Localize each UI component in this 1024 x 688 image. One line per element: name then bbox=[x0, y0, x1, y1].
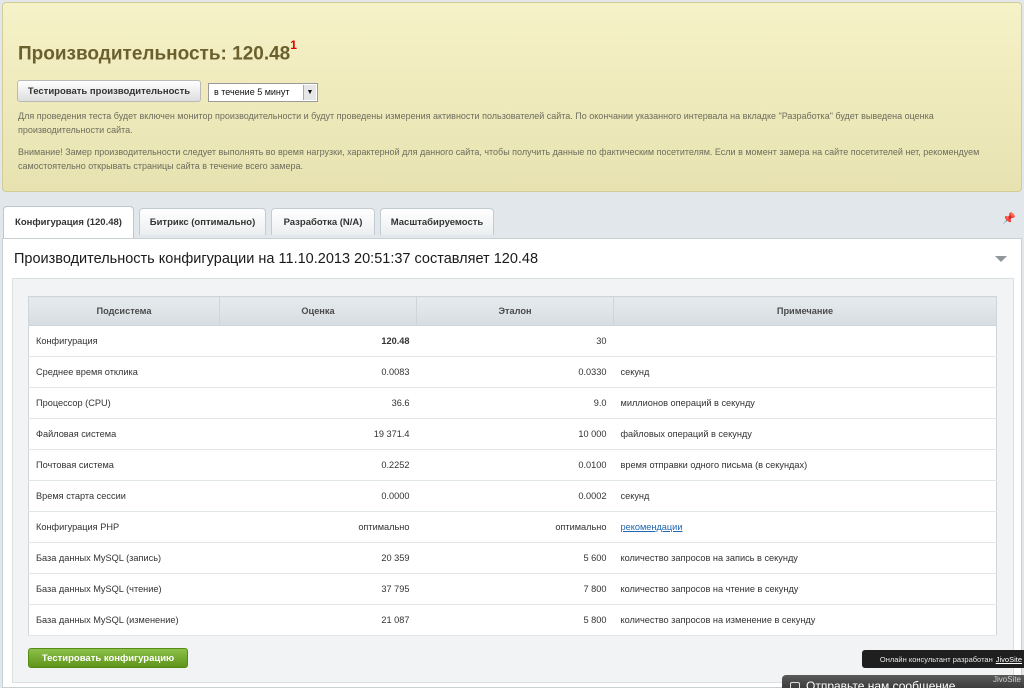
test-configuration-button[interactable]: Тестировать конфигурацию bbox=[28, 648, 188, 668]
tab-development[interactable]: Разработка (N/A) bbox=[271, 208, 375, 235]
table-row: База данных MySQL (чтение) 37 795 7 800 кол… bbox=[28, 573, 997, 605]
info-text: Для проведения теста будет включен монит… bbox=[18, 111, 934, 135]
note-cell: миллионов операций в секунду bbox=[613, 387, 997, 419]
table-row: База данных MySQL (запись) 20 359 5 600 кол… bbox=[28, 542, 997, 574]
subsystem-cell: Время старта сессии bbox=[28, 480, 220, 512]
subsystem-cell: Конфигурация PHP bbox=[28, 511, 220, 543]
recommendations-link[interactable]: рекомендации bbox=[621, 522, 683, 532]
jivo-link[interactable]: JivoSite bbox=[996, 655, 1022, 664]
duration-select-value: в течение 5 минут bbox=[214, 87, 290, 97]
table-row: Процессор (CPU) 36.6 9.0 миллионов операций… bbox=[28, 387, 997, 419]
table-row: Время старта сессии 0.0000 0.0002 секунд bbox=[28, 480, 997, 512]
score-cell: 19 371.4 bbox=[219, 418, 417, 450]
panel-title: Производительность конфигурации на 11.10… bbox=[14, 251, 539, 267]
duration-select[interactable]: в течение 5 минут ▼ bbox=[208, 83, 318, 102]
table-row: Среднее время отклика 0.0083 0.0330 секунд bbox=[28, 356, 997, 388]
pin-icon[interactable]: 📌 bbox=[1002, 212, 1016, 225]
reference-cell: 0.0100 bbox=[416, 449, 614, 481]
score-cell: 120.48 bbox=[219, 325, 417, 357]
performance-banner: Производительность: 120.481 Тестировать … bbox=[2, 2, 1022, 192]
note-cell: секунд bbox=[613, 480, 997, 512]
jivo-tooltip: Онлайн консультант разработан JivoSite bbox=[862, 650, 1024, 668]
note-cell: количество запросов на запись в секунду bbox=[613, 542, 997, 574]
checkbox-icon bbox=[790, 681, 800, 688]
note-cell: количество запросов на чтение в секунду bbox=[613, 573, 997, 605]
score-cell: 20 359 bbox=[219, 542, 417, 574]
reference-cell: 10 000 bbox=[416, 418, 614, 450]
jivo-tooltip-text: Онлайн консультант разработан bbox=[879, 654, 993, 664]
score-cell: 21 087 bbox=[219, 604, 417, 636]
table-header-row: Подсистема Оценка Эталон Примечание bbox=[28, 296, 997, 326]
score-cell: 36.6 bbox=[219, 387, 417, 419]
reference-cell: оптимально bbox=[416, 511, 614, 543]
note-cell: секунд bbox=[613, 356, 997, 388]
tab-bitrix[interactable]: Битрикс (оптимально) bbox=[139, 208, 266, 235]
jivo-bar-text: Отправьте нам сообщение bbox=[806, 679, 956, 688]
note-cell: файловых операций в секунду bbox=[613, 418, 997, 450]
footnote-marker: 1 bbox=[290, 38, 297, 52]
reference-cell: 30 bbox=[416, 325, 614, 357]
dropdown-arrow-icon: ▼ bbox=[303, 85, 316, 100]
subsystem-cell: Файловая система bbox=[28, 418, 220, 450]
tab-configuration[interactable]: Конфигурация (120.48) bbox=[3, 206, 134, 238]
table-row: Конфигурация 120.48 30 bbox=[28, 325, 997, 357]
column-header: Подсистема bbox=[28, 296, 220, 326]
note-cell bbox=[613, 325, 997, 357]
table-row: Почтовая система 0.2252 0.0100 время отправ… bbox=[28, 449, 997, 481]
subsystem-cell: База данных MySQL (чтение) bbox=[28, 573, 220, 605]
configuration-panel: Производительность конфигурации на 11.10… bbox=[2, 238, 1022, 688]
score-cell: 0.0083 bbox=[219, 356, 417, 388]
page-title: Производительность: 120.481 bbox=[18, 38, 297, 65]
note-cell: количество запросов на изменение в секун… bbox=[613, 604, 997, 636]
note-cell: рекомендации bbox=[613, 511, 997, 543]
reference-cell: 0.0002 bbox=[416, 480, 614, 512]
reference-cell: 7 800 bbox=[416, 573, 614, 605]
subsystem-cell: База данных MySQL (изменение) bbox=[28, 604, 220, 636]
reference-cell: 0.0330 bbox=[416, 356, 614, 388]
score-cell: 0.0000 bbox=[219, 480, 417, 512]
tab-scalability[interactable]: Масштабируемость bbox=[380, 208, 494, 235]
warning-text: Внимание! Замер производительности следу… bbox=[18, 147, 980, 171]
results-container: Подсистема Оценка Эталон Примечание Конф… bbox=[12, 278, 1014, 683]
score-cell: 37 795 bbox=[219, 573, 417, 605]
score-cell: 0.2252 bbox=[219, 449, 417, 481]
note-cell: время отправки одного письма (в секундах… bbox=[613, 449, 997, 481]
subsystem-cell: Среднее время отклика bbox=[28, 356, 220, 388]
reference-cell: 9.0 bbox=[416, 387, 614, 419]
jivo-brand: JivoSite bbox=[992, 675, 1021, 684]
reference-cell: 5 600 bbox=[416, 542, 614, 574]
table-row: Конфигурация PHP оптимально оптимально реко… bbox=[28, 511, 997, 543]
subsystem-cell: Процессор (CPU) bbox=[28, 387, 220, 419]
subsystem-cell: Конфигурация bbox=[28, 325, 220, 357]
results-table: Подсистема Оценка Эталон Примечание Конф… bbox=[28, 296, 997, 636]
column-header: Оценка bbox=[219, 296, 417, 326]
jivo-chat-bar[interactable]: Отправьте нам сообщение JivoSite bbox=[782, 675, 1024, 688]
score-cell: оптимально bbox=[219, 511, 417, 543]
subsystem-cell: Почтовая система bbox=[28, 449, 220, 481]
chevron-down-icon[interactable] bbox=[995, 256, 1007, 262]
test-performance-button[interactable]: Тестировать производительность bbox=[17, 80, 201, 102]
column-header: Эталон bbox=[416, 296, 614, 326]
reference-cell: 5 800 bbox=[416, 604, 614, 636]
column-header: Примечание bbox=[613, 296, 997, 326]
table-row: База данных MySQL (изменение) 21 087 5 800… bbox=[28, 604, 997, 636]
subsystem-cell: База данных MySQL (запись) bbox=[28, 542, 220, 574]
table-row: Файловая система 19 371.4 10 000 файловых о… bbox=[28, 418, 997, 450]
